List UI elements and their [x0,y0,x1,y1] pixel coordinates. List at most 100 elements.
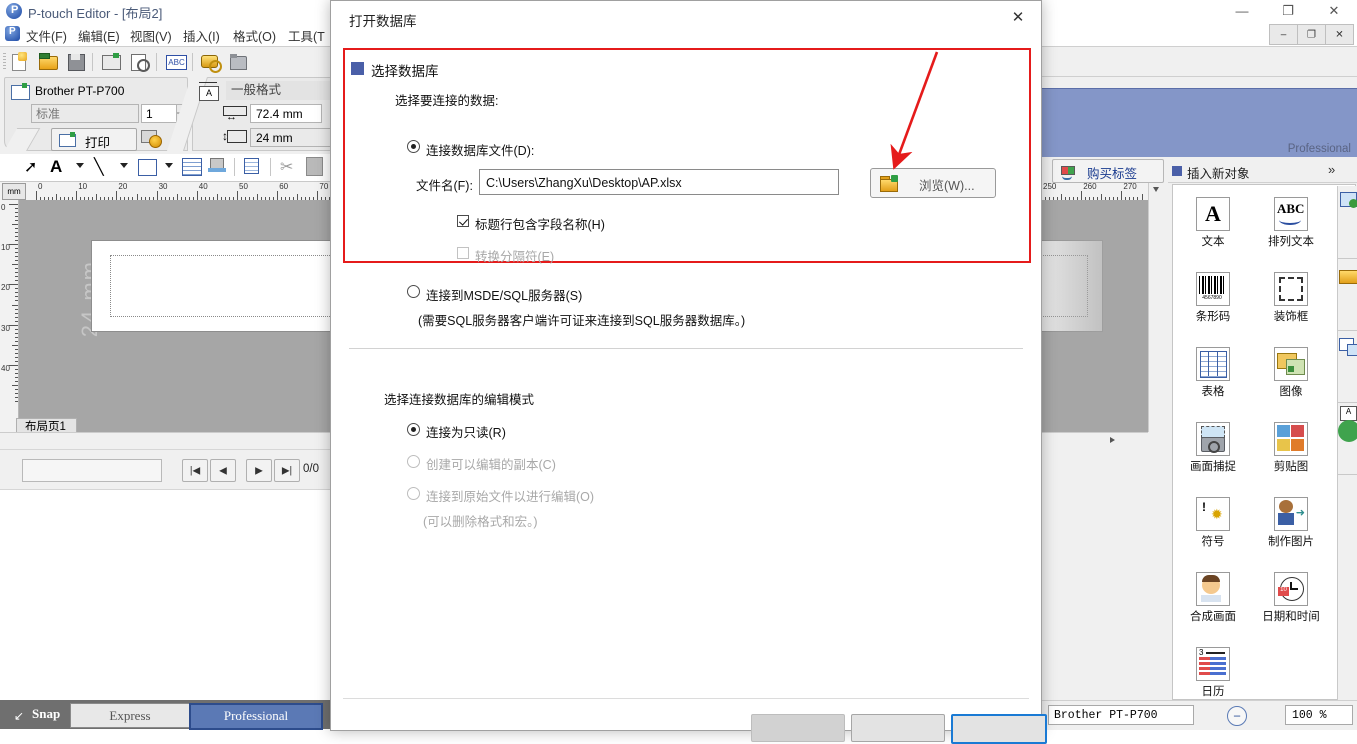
radio-readonly[interactable] [407,423,420,436]
print-button[interactable]: 打印 [51,128,137,151]
object-label: 图像 [1279,386,1303,398]
database-icon[interactable] [228,52,250,72]
object-item-arranged-text[interactable]: ABC 排列文本 [1261,197,1321,249]
snap-mode-label[interactable]: Snap [32,706,60,722]
object-item-barcode[interactable]: 4567890 条形码 [1183,272,1243,324]
open-folder-icon[interactable] [38,52,60,72]
dialog-back-button [751,714,845,742]
label-height-select[interactable]: 24 mm [250,128,340,147]
dialog-close-button[interactable]: ✕ [995,1,1041,33]
tab-express[interactable]: Express [70,703,190,728]
insert-object-title: 插入新对象 [1187,167,1250,181]
table-tool-icon[interactable] [182,158,202,176]
rotate-tool-icon[interactable] [244,158,262,174]
object-item-symbol[interactable]: ! ✹ 符号 [1183,497,1243,549]
printer-select[interactable]: Brother PT-P700 [1048,705,1194,725]
prev-record-button[interactable]: ◀ [210,459,236,482]
scroll-right-button[interactable] [1105,433,1120,448]
minimize-icon: — [1235,3,1249,19]
side-tool-new-icon[interactable] [1338,186,1357,259]
side-tool-text-icon[interactable]: A [1338,402,1357,475]
menu-item-tools[interactable]: 工具(T [288,26,325,45]
new-document-icon[interactable] [10,52,32,72]
menu-item-edit[interactable]: 编辑(E) [78,26,120,45]
menu-item-file[interactable]: 文件(F) [26,26,67,45]
text-tool-icon[interactable]: A [50,157,62,177]
select-arrow-icon[interactable]: ➚ [24,157,37,177]
close-button[interactable]: ✕ [1311,0,1357,22]
last-record-button[interactable]: ▶| [274,459,300,482]
line-dropdown-icon[interactable] [120,163,128,168]
paint-icon[interactable] [200,52,222,73]
buy-label-button[interactable]: 购买标签 [1052,159,1164,183]
object-item-image[interactable]: 图像 [1261,347,1321,399]
zoom-value-select[interactable]: 100 % [1285,705,1353,725]
object-item-make-picture[interactable]: ➜ 制作图片 [1261,497,1321,549]
record-search-field[interactable] [22,459,162,482]
copies-input[interactable]: 1 [141,104,177,123]
object-item-calendar[interactable]: 3 日历 [1183,647,1243,699]
object-item-table[interactable]: 表格 [1183,347,1243,399]
radio-connect-file-label: 连接数据库文件(D): [426,144,535,158]
shape-dropdown-icon[interactable] [165,163,173,168]
canvas-vertical-scrollbar[interactable] [1148,182,1164,432]
save-icon[interactable] [66,52,88,72]
scroll-down-button[interactable] [1149,182,1164,197]
filename-input[interactable]: C:\Users\ZhangXu\Desktop\AP.xlsx [479,169,839,195]
vruler-tick-label: 0 [1,203,6,212]
dialog-divider [349,348,1023,349]
dialog-next-button[interactable] [851,714,945,742]
object-item-clipart[interactable]: 剪贴图 [1261,422,1321,474]
menu-item-insert[interactable]: 插入(I) [183,26,220,45]
text-dropdown-icon[interactable] [76,163,84,168]
object-item-screen-capture[interactable]: 画面捕捉 [1183,422,1243,474]
tab-professional[interactable]: Professional [189,703,323,730]
window-title: P-touch Editor - [布局2] [28,6,163,21]
format-title[interactable]: 一般格式 [226,81,344,100]
dialog-finish-button[interactable] [951,714,1047,744]
radio-readonly-label: 连接为只读(R) [426,426,506,440]
print-mode-select[interactable]: 标准 [31,104,139,123]
doc-close-button[interactable]: ✕ [1325,24,1354,45]
maximize-icon: ❐ [1282,3,1294,18]
copy-icon[interactable] [306,157,323,176]
abc-text-icon[interactable] [165,52,187,72]
doc-minimize-button[interactable]: – [1269,24,1298,45]
first-record-button[interactable]: |◀ [182,459,208,482]
print-preview-icon[interactable] [129,52,151,72]
section-accent-square [351,62,364,75]
menu-item-view[interactable]: 视图(V) [130,26,172,45]
doc-restore-icon: ❐ [1307,29,1316,40]
cut-icon[interactable]: ✂ [280,157,293,177]
vruler-tick-label: 20 [1,283,10,293]
side-tool-layout-icon[interactable] [1338,330,1357,403]
menu-item-format[interactable]: 格式(O) [233,26,276,45]
next-record-button[interactable]: ▶ [246,459,272,482]
printer-name: Brother PT-P700 [35,84,125,98]
align-tool-icon[interactable] [208,158,226,174]
zoom-out-button[interactable]: − [1227,706,1247,726]
edit-original-note: (可以删除格式和宏。) [423,515,538,529]
ruler-unit-label[interactable]: mm [2,183,26,200]
label-width-input[interactable]: 72.4 mm [250,104,322,123]
radio-connect-file[interactable] [407,140,420,153]
vruler-tick-minor [15,248,18,250]
print-icon[interactable] [101,52,123,72]
object-item-frame[interactable]: 装饰框 [1261,272,1321,324]
radio-connect-sql[interactable] [407,285,420,298]
expand-panel-icon[interactable]: » [1328,162,1335,177]
object-item-text[interactable]: A 文本 [1183,197,1243,249]
side-tool-open-icon[interactable] [1338,258,1357,331]
toolbar-grip[interactable] [3,53,6,70]
vruler-tick-label: 40 [1,363,10,373]
rectangle-tool-icon[interactable] [138,159,157,176]
line-tool-icon[interactable]: ╲ [94,157,104,177]
ruler-tick-label: 20 [118,182,128,191]
print-options-icon[interactable] [141,128,163,148]
object-item-composite[interactable]: 合成画面 [1183,572,1243,624]
maximize-button[interactable]: ❐ [1265,0,1311,22]
checkbox-header-row[interactable] [457,215,469,227]
minimize-button[interactable]: — [1219,0,1265,22]
doc-restore-button[interactable]: ❐ [1297,24,1326,45]
object-item-datetime[interactable]: 10 日期和时间 [1261,572,1321,624]
